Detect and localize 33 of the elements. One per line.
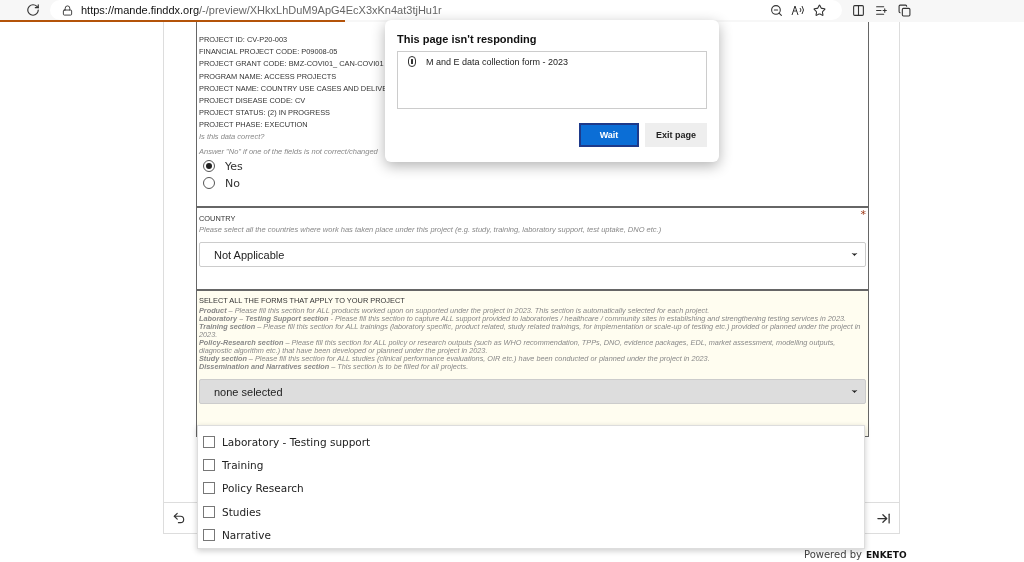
- zoom-out-icon[interactable]: [770, 3, 783, 17]
- dialog-title: This page isn't responding: [397, 33, 538, 45]
- read-aloud-icon[interactable]: [791, 4, 805, 16]
- option-label[interactable]: Studies: [222, 505, 261, 518]
- favorites-icon[interactable]: [875, 3, 888, 17]
- checkbox[interactable]: [203, 482, 215, 495]
- checkbox[interactable]: [203, 505, 215, 518]
- powered-by-text: Powered by: [804, 549, 862, 561]
- country-select[interactable]: Not Applicable: [199, 242, 866, 268]
- page-icon: [408, 56, 416, 67]
- address-bar[interactable]: https://mande.finddx.org/-/preview/XHkxLhDuM9ApG4EcX3xKn4at3tjHu1r: [50, 0, 842, 20]
- split-screen-icon[interactable]: [852, 3, 865, 17]
- checkbox[interactable]: [203, 458, 215, 471]
- page-title: M and E data collection form - 2023: [426, 56, 569, 67]
- url-text: https://mande.finddx.org/-/preview/XHkxLhDuM9ApG4EcX3xKn4at3tjHu1r: [81, 4, 442, 16]
- brand-logo: ENKETO: [865, 549, 907, 561]
- checkbox[interactable]: [203, 435, 215, 448]
- radio-label: No: [225, 176, 240, 190]
- exit-page-button[interactable]: Exit page: [645, 123, 707, 147]
- star-icon[interactable]: [813, 3, 826, 17]
- checkbox[interactable]: [203, 528, 215, 541]
- lock-icon[interactable]: [62, 4, 73, 16]
- option-label[interactable]: Narrative: [222, 528, 271, 541]
- option-label[interactable]: Policy Research: [222, 482, 304, 495]
- back-icon[interactable]: [172, 511, 186, 525]
- radio-label: Yes: [225, 159, 243, 173]
- option-label[interactable]: Laboratory - Testing support: [222, 435, 371, 448]
- forms-select[interactable]: none selected: [199, 379, 866, 405]
- refresh-icon[interactable]: [26, 3, 40, 17]
- required-mark: *: [860, 208, 866, 221]
- wait-button[interactable]: Wait: [579, 123, 639, 147]
- option-label[interactable]: Training: [222, 458, 264, 471]
- collections-icon[interactable]: [898, 3, 911, 17]
